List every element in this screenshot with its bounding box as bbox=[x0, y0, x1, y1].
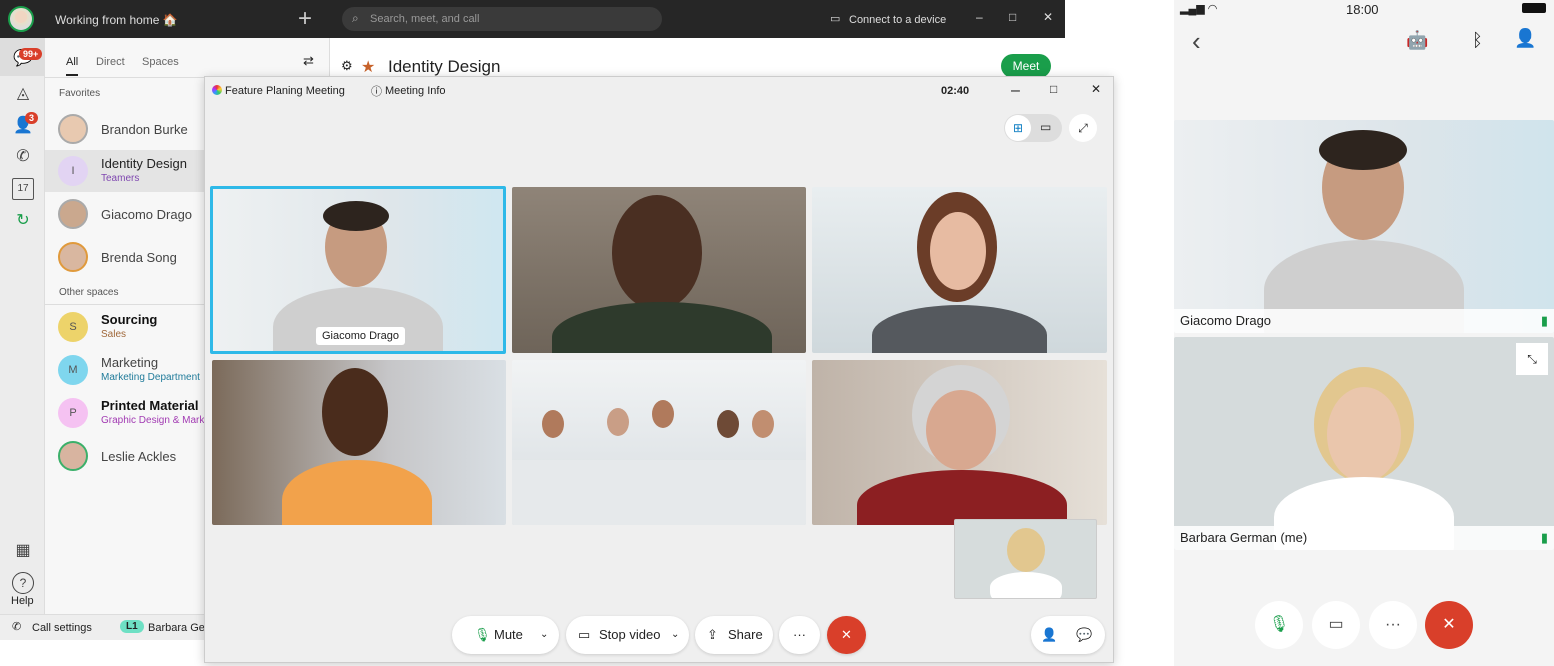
end-call-button[interactable]: ✕ bbox=[827, 616, 866, 654]
video-button[interactable]: ▭ bbox=[1312, 601, 1360, 649]
title-bar: Working from home 🏠 + ⌕ Search, meet, an… bbox=[0, 0, 1065, 38]
close-button[interactable]: ✕ bbox=[1043, 10, 1053, 24]
speaker-name-label: Giacomo Drago bbox=[316, 327, 406, 345]
avatar: M bbox=[58, 355, 88, 385]
microphone-icon: ▮ bbox=[1540, 530, 1548, 545]
avatar bbox=[58, 114, 88, 144]
more-button[interactable]: ··· bbox=[779, 616, 820, 654]
stage-view-icon[interactable]: ▭ bbox=[1040, 120, 1051, 134]
end-call-button[interactable]: ✕ bbox=[1425, 601, 1473, 649]
filter-icon[interactable]: ⇄ bbox=[303, 53, 314, 69]
other-spaces-header: Other spaces bbox=[59, 287, 119, 298]
search-icon: ⌕ bbox=[352, 11, 359, 25]
chat-icon[interactable]: 💬 bbox=[1076, 616, 1092, 654]
mute-button[interactable]: 🎙 Mute ⌄ bbox=[452, 616, 559, 654]
video-tile-giacomo[interactable]: Giacomo Drago ▮ bbox=[1174, 120, 1554, 333]
space-header: ⚙ ★ Identity Design Meet bbox=[330, 38, 1065, 78]
avatar bbox=[58, 199, 88, 229]
side-panel-buttons: 👤 💬 bbox=[1031, 616, 1105, 654]
battery-icon bbox=[1522, 3, 1546, 13]
avatar: S bbox=[58, 312, 88, 342]
more-button[interactable]: ··· bbox=[1369, 601, 1417, 649]
assistant-icon[interactable]: 🤖 bbox=[1406, 30, 1428, 51]
calls-icon[interactable]: ✆ bbox=[12, 146, 34, 168]
nav-rail: 💬 99+ ◬ 👤 3 ✆ 17 ↻ ▦ ? Help bbox=[0, 38, 45, 614]
share-icon: ⇪ bbox=[707, 627, 718, 642]
teams-icon[interactable]: ◬ bbox=[12, 83, 34, 105]
call-settings-button[interactable]: Call settings bbox=[32, 622, 92, 634]
favorites-header: Favorites bbox=[59, 88, 101, 99]
user-avatar[interactable] bbox=[8, 6, 34, 32]
apps-icon[interactable]: ▦ bbox=[12, 540, 34, 562]
connect-device-button[interactable]: Connect to a device bbox=[849, 14, 946, 26]
grid-view-icon[interactable]: ⊞ bbox=[1005, 115, 1031, 141]
avatar bbox=[58, 242, 88, 272]
stop-video-button[interactable]: ▭ Stop video ⌄ bbox=[566, 616, 689, 654]
meeting-timer: 02:40 bbox=[941, 85, 970, 97]
layout-toggle[interactable]: ⊞ ▭ bbox=[1004, 114, 1062, 142]
back-icon[interactable]: ‹ bbox=[1192, 26, 1201, 57]
maximize-button[interactable]: □ bbox=[1009, 10, 1016, 24]
mute-button[interactable]: 🎙 bbox=[1255, 601, 1303, 649]
share-button[interactable]: ⇪ Share bbox=[695, 616, 773, 654]
chevron-down-icon[interactable]: ⌄ bbox=[671, 616, 679, 654]
call-settings-icon[interactable]: ✆ bbox=[12, 620, 21, 633]
calendar-icon[interactable]: 17 bbox=[12, 178, 34, 200]
signal-icon: ▂▄▆ ◠ bbox=[1180, 3, 1218, 15]
minimize-view-button[interactable]: ⤡ bbox=[1516, 343, 1548, 375]
gear-icon[interactable]: ⚙ bbox=[341, 58, 353, 74]
participant-name: Giacomo Drago bbox=[1180, 313, 1272, 328]
tab-all[interactable]: All bbox=[66, 56, 79, 76]
participants-icon[interactable]: 👤 bbox=[1041, 616, 1057, 654]
video-tile[interactable] bbox=[512, 187, 806, 353]
info-icon[interactable]: ⓘ bbox=[371, 83, 382, 99]
video-tile[interactable] bbox=[812, 360, 1107, 525]
rail-messages[interactable]: 💬 99+ bbox=[0, 38, 45, 76]
video-tile[interactable] bbox=[212, 360, 506, 525]
microphone-icon: 🎙 bbox=[474, 627, 491, 642]
minimize-button[interactable]: – bbox=[1011, 82, 1020, 100]
avatar bbox=[58, 441, 88, 471]
star-icon[interactable]: ★ bbox=[361, 57, 375, 77]
mobile-app: ▂▄▆ ◠ 18:00 ‹ 🤖 ᛒ 👤 Giacomo Drago ▮ ⤡ Bar… bbox=[1174, 0, 1554, 666]
refresh-icon[interactable]: ↻ bbox=[12, 210, 34, 232]
cast-icon[interactable]: ▭ bbox=[830, 12, 840, 25]
participant-name: Barbara German (me) bbox=[1180, 530, 1308, 545]
messages-badge: 99+ bbox=[19, 48, 43, 60]
video-tile[interactable] bbox=[812, 187, 1107, 353]
close-button[interactable]: ✕ bbox=[1091, 82, 1101, 96]
clock: 18:00 bbox=[1346, 2, 1379, 17]
contacts-badge: 3 bbox=[25, 112, 39, 124]
camera-icon: ▭ bbox=[578, 627, 591, 642]
status-text[interactable]: Working from home 🏠 bbox=[55, 13, 178, 27]
space-title: Identity Design bbox=[388, 57, 501, 76]
video-tile[interactable] bbox=[512, 360, 806, 525]
avatar: P bbox=[58, 398, 88, 428]
line-badge: L1 bbox=[120, 620, 144, 633]
tab-direct[interactable]: Direct bbox=[96, 56, 125, 68]
fullscreen-button[interactable]: ⤢ bbox=[1069, 114, 1097, 142]
minimize-button[interactable]: – bbox=[976, 10, 983, 24]
search-input[interactable]: ⌕ Search, meet, and call bbox=[342, 7, 662, 31]
plus-icon[interactable]: + bbox=[298, 5, 312, 33]
microphone-icon: ▮ bbox=[1540, 313, 1548, 328]
video-tile-giacomo[interactable]: Giacomo Drago bbox=[210, 186, 506, 354]
video-tile-self[interactable]: ⤡ Barbara German (me) ▮ bbox=[1174, 337, 1554, 550]
bluetooth-icon[interactable]: ᛒ bbox=[1472, 30, 1483, 51]
help-label[interactable]: Help bbox=[11, 595, 34, 607]
chevron-down-icon[interactable]: ⌄ bbox=[540, 616, 548, 654]
help-icon[interactable]: ? bbox=[12, 572, 34, 594]
meeting-title: Feature Planing Meeting bbox=[225, 85, 345, 97]
meeting-info-button[interactable]: Meeting Info bbox=[385, 85, 446, 97]
avatar: I bbox=[58, 156, 88, 186]
tab-spaces[interactable]: Spaces bbox=[142, 56, 179, 68]
maximize-button[interactable]: □ bbox=[1050, 82, 1057, 96]
meet-button[interactable]: Meet bbox=[1001, 54, 1051, 78]
meeting-logo-icon bbox=[212, 85, 222, 95]
participants-icon[interactable]: 👤 bbox=[1514, 28, 1536, 49]
self-view[interactable] bbox=[954, 519, 1097, 599]
